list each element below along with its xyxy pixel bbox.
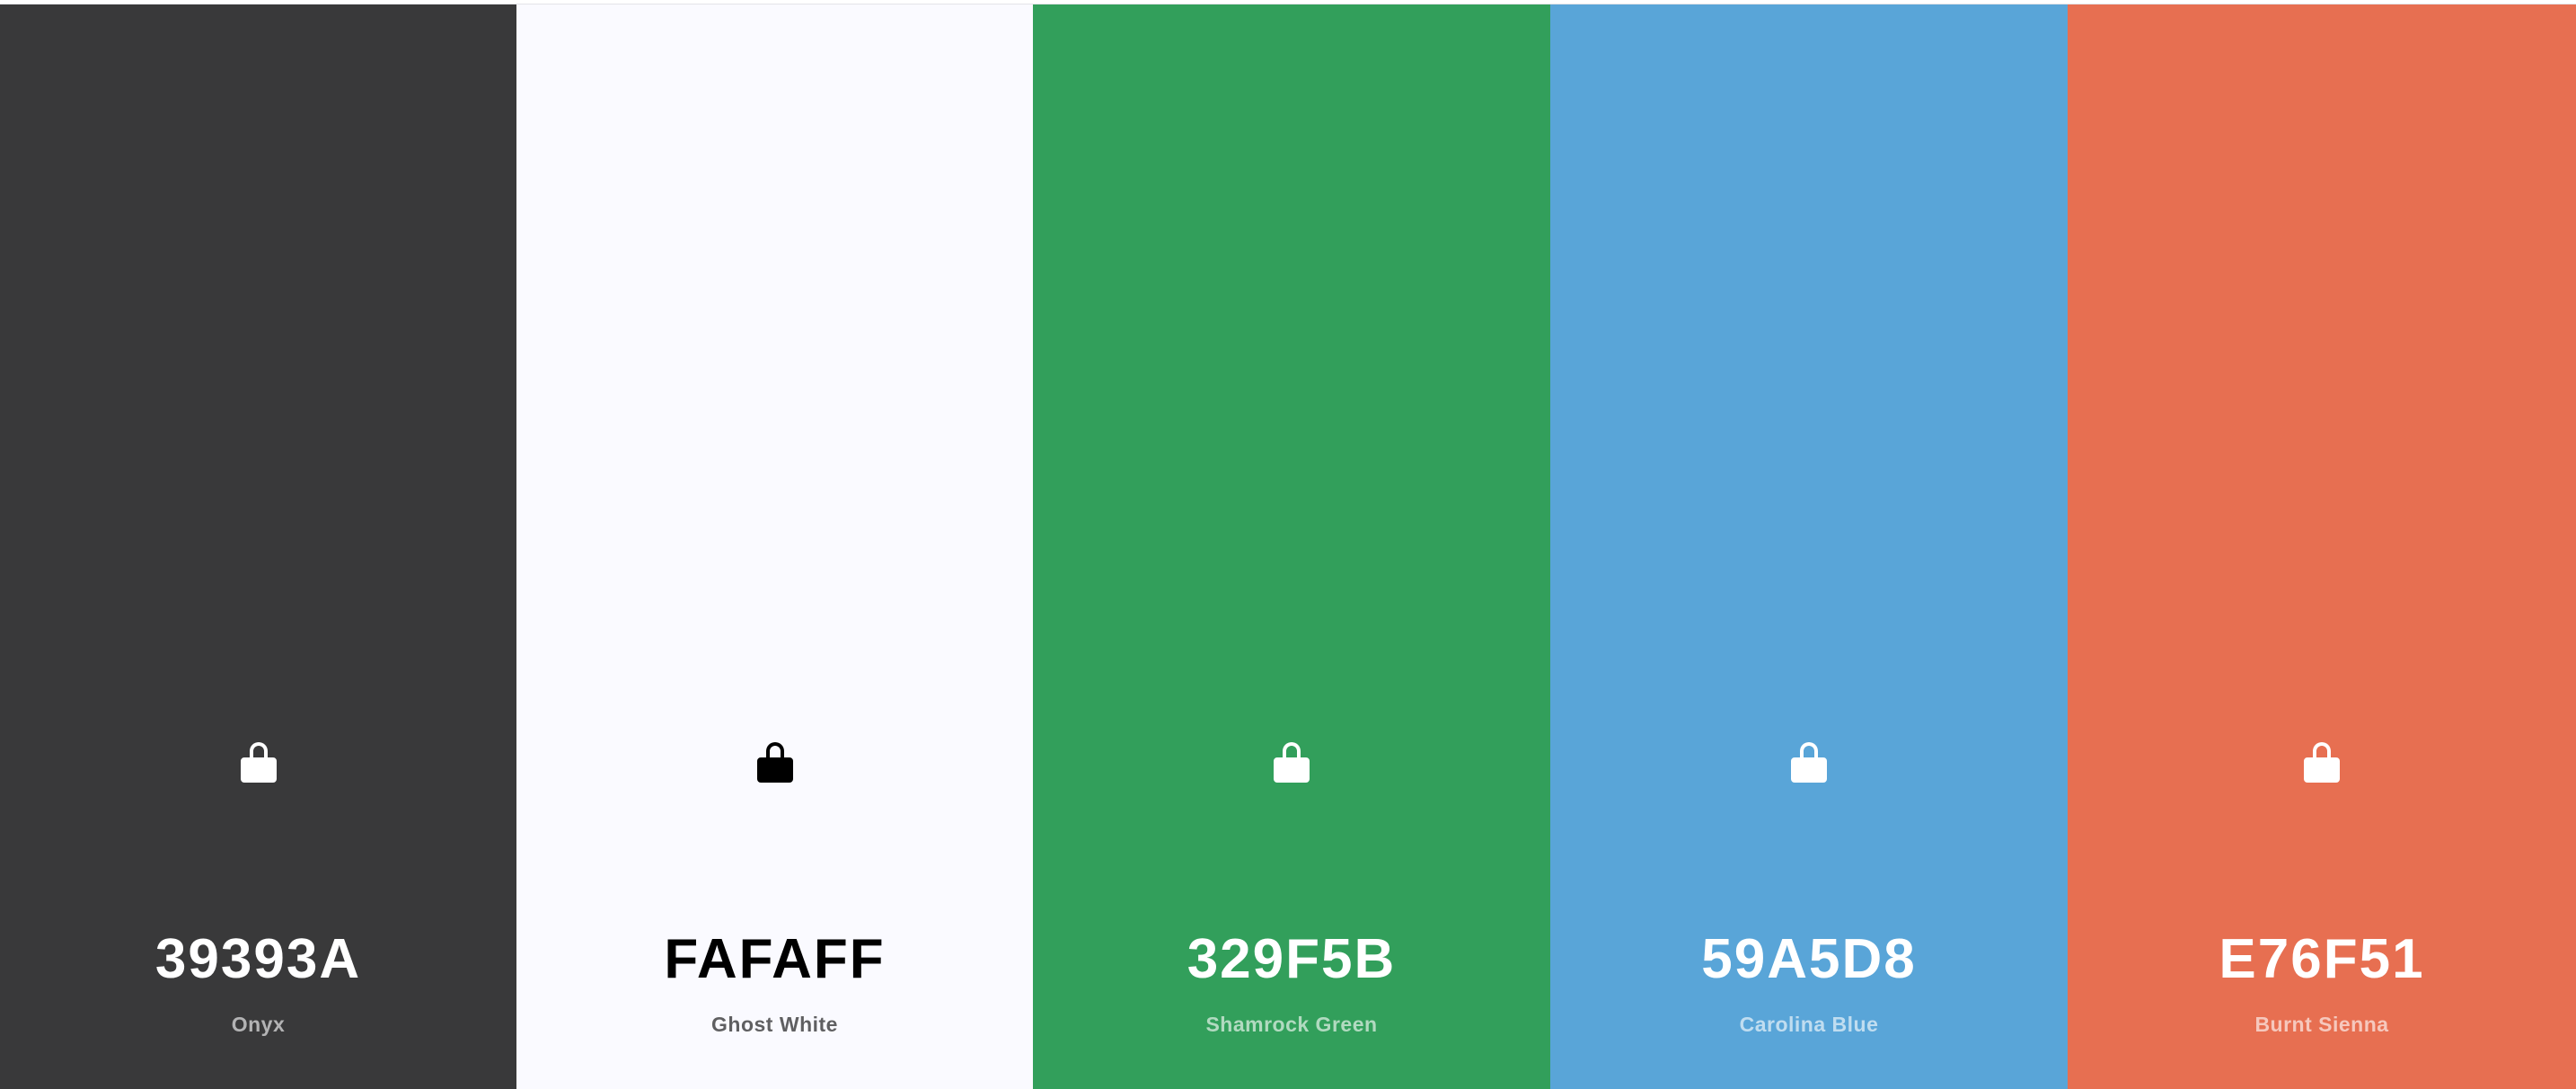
color-name: Carolina Blue <box>1739 1013 1879 1036</box>
swatch-carolina-blue[interactable]: 59A5D8 Carolina Blue <box>1550 4 2068 1089</box>
color-name: Burnt Sienna <box>2254 1013 2389 1036</box>
hex-code[interactable]: 59A5D8 <box>1550 928 2068 991</box>
lock-icon[interactable] <box>1789 738 1829 784</box>
hex-code[interactable]: 39393A <box>0 928 516 991</box>
hex-code[interactable]: 329F5B <box>1033 928 1550 991</box>
lock-icon[interactable] <box>1272 738 1311 784</box>
color-name: Shamrock Green <box>1205 1013 1378 1036</box>
swatch-ghost-white[interactable]: FAFAFF Ghost White <box>516 4 1033 1089</box>
color-name: Onyx <box>231 1013 286 1036</box>
color-palette: 39393A Onyx FAFAFF Ghost White 329F5B Sh… <box>0 4 2576 1089</box>
swatch-onyx[interactable]: 39393A Onyx <box>0 4 516 1089</box>
lock-icon[interactable] <box>239 738 278 784</box>
swatch-burnt-sienna[interactable]: E76F51 Burnt Sienna <box>2068 4 2576 1089</box>
color-name: Ghost White <box>711 1013 838 1036</box>
lock-icon[interactable] <box>2302 738 2342 784</box>
swatch-shamrock-green[interactable]: 329F5B Shamrock Green <box>1033 4 1550 1089</box>
hex-code[interactable]: FAFAFF <box>516 928 1033 991</box>
hex-code[interactable]: E76F51 <box>2068 928 2576 991</box>
lock-icon[interactable] <box>755 738 795 784</box>
